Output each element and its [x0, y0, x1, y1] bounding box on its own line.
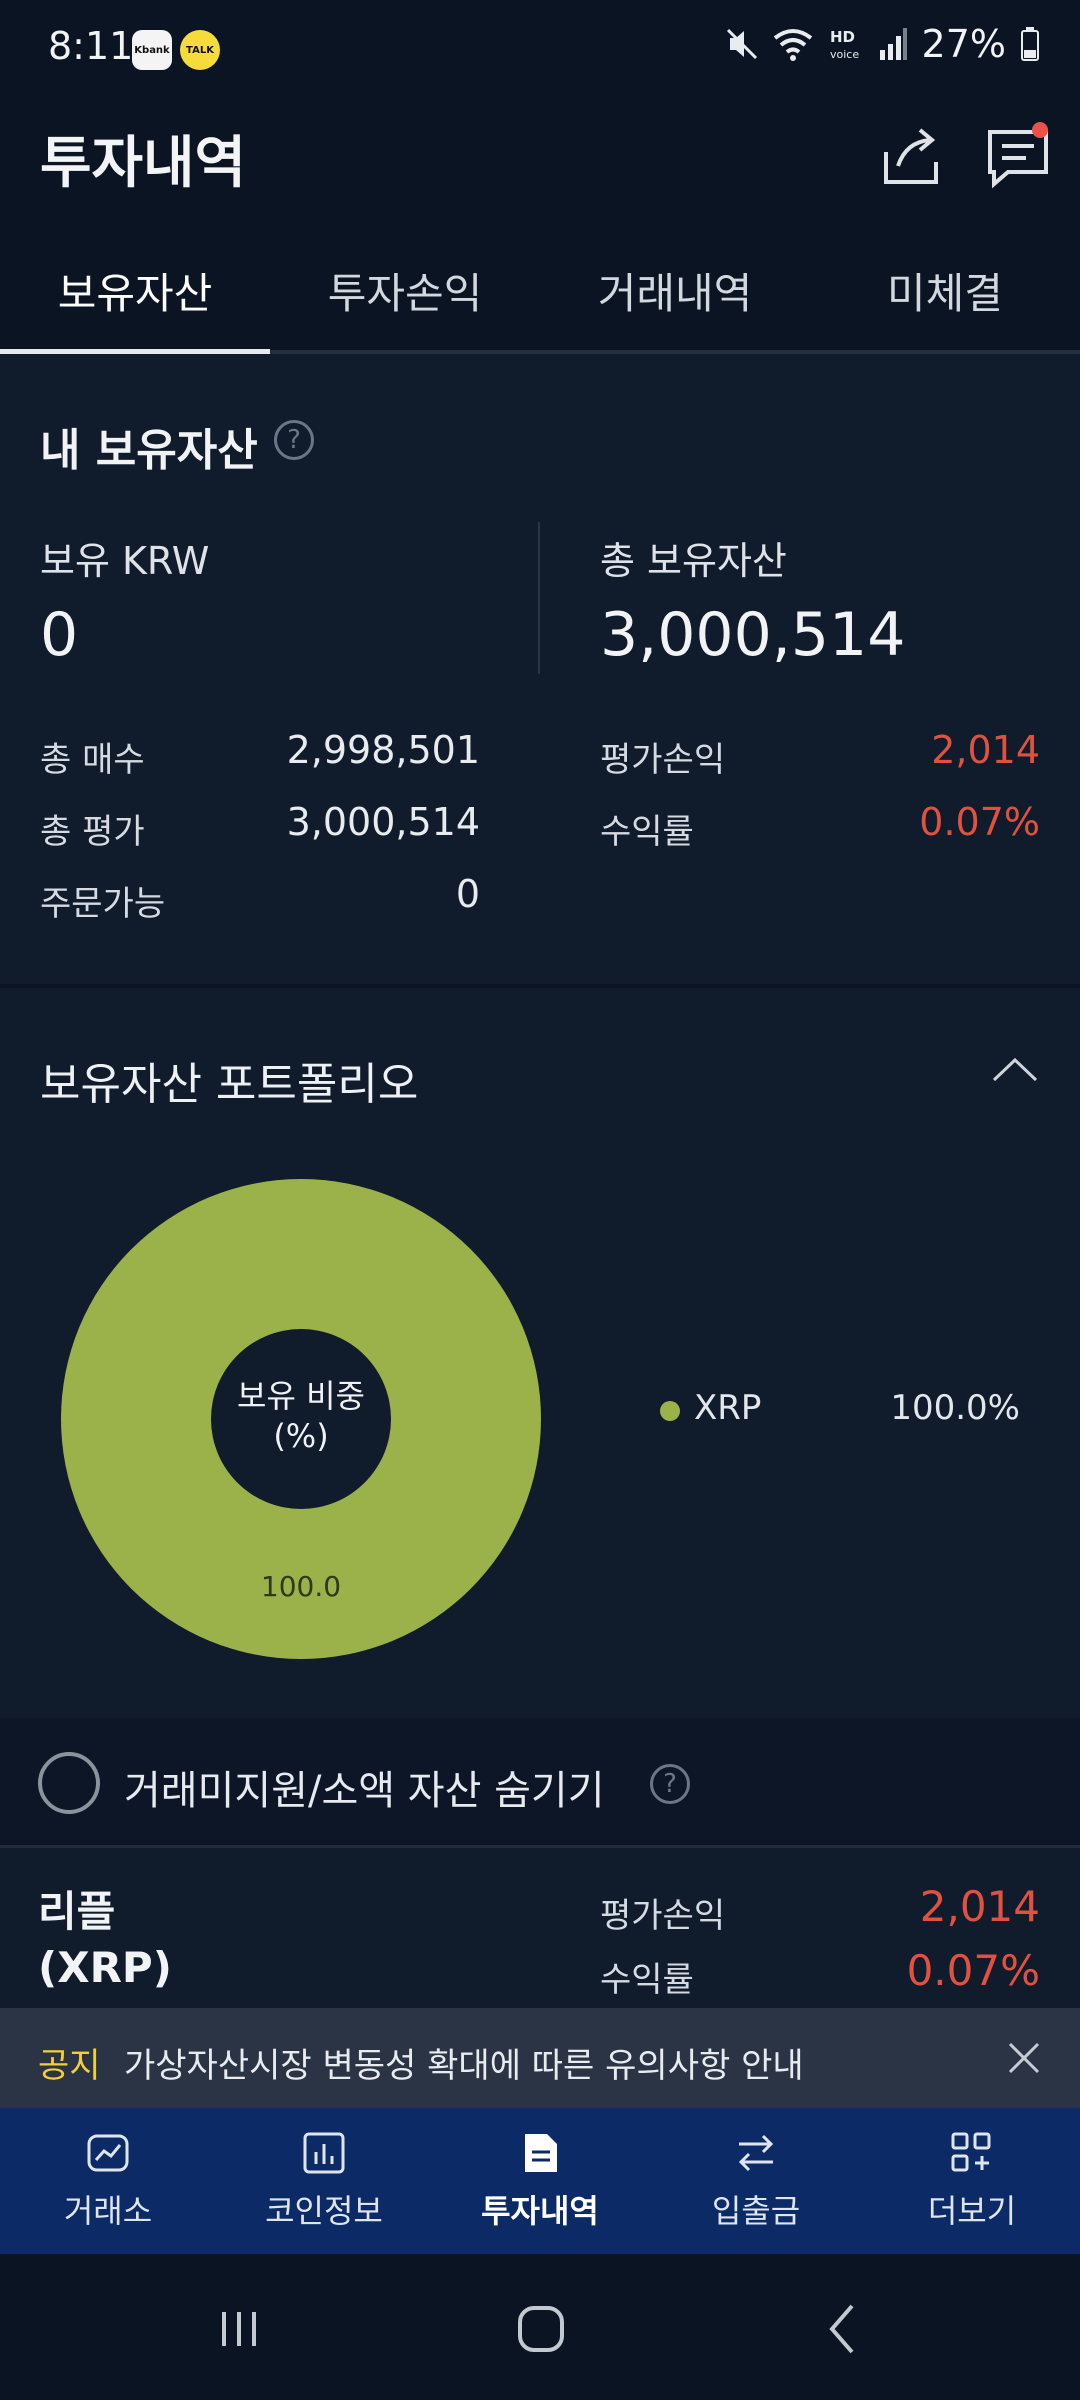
- legend-percent-xrp: 100.0%: [890, 1388, 1020, 1428]
- orderable-label: 주문가능: [40, 884, 166, 924]
- holdings-summary: 내 보유자산 ? 보유 KRW 0 총 보유자산 3,000,514 총 매수 …: [0, 354, 1080, 984]
- nav-deposit-withdraw[interactable]: 입출금: [648, 2108, 864, 2254]
- help-icon[interactable]: ?: [274, 420, 314, 460]
- krw-label: 보유 KRW: [40, 539, 210, 583]
- battery-percent: 27%: [921, 22, 1006, 66]
- nav-coin-info[interactable]: 코인정보: [216, 2108, 432, 2254]
- page-title: 투자내역: [40, 131, 247, 196]
- asset-ticker: (XRP): [38, 1943, 172, 1992]
- total-eval-label: 총 평가: [40, 812, 145, 852]
- more-grid-icon: [951, 2132, 991, 2172]
- donut-center-line1: 보유 비중: [237, 1377, 365, 1415]
- back-icon[interactable]: [808, 2294, 878, 2364]
- notice-text[interactable]: 가상자산시장 변동성 확대에 따른 유의사항 안내: [124, 2038, 804, 2087]
- eval-pl-value: 2,014: [931, 728, 1040, 772]
- nav-more[interactable]: 더보기: [864, 2108, 1080, 2254]
- asset-pl-label: 평가손익: [600, 1896, 726, 1936]
- nav-exchange[interactable]: 거래소: [0, 2108, 216, 2254]
- nav-label: 거래소: [63, 2192, 153, 2230]
- bar-chart-icon: [303, 2132, 345, 2174]
- section-title: 내 보유자산: [40, 425, 258, 476]
- asset-rate-label: 수익률: [600, 1960, 694, 2000]
- asset-pl-value: 2,014: [919, 1882, 1040, 1931]
- return-rate-label: 수익률: [600, 812, 694, 852]
- slice-label-xrp: 100.0: [260, 1570, 342, 1603]
- transfer-icon: [738, 2134, 774, 2172]
- tab-holdings[interactable]: 보유자산: [0, 230, 270, 354]
- mute-icon: [726, 28, 757, 60]
- chevron-up-icon[interactable]: [990, 1054, 1040, 1084]
- hd-voice-icon: HD voice: [830, 28, 859, 61]
- status-time: 8:11: [48, 24, 134, 68]
- help-icon[interactable]: ?: [650, 1764, 690, 1804]
- bottom-nav: 거래소 코인정보 투자내역 입출금 더보기: [0, 2108, 1080, 2254]
- total-assets-value: 3,000,514: [600, 600, 906, 670]
- total-buy-label: 총 매수: [40, 740, 145, 780]
- notification-dot: [1032, 122, 1048, 138]
- portfolio-section: 보유자산 포트폴리오 보유 비중 (%) 100.0 XRP 100.0%: [0, 988, 1080, 1718]
- total-buy-value: 2,998,501: [286, 728, 480, 772]
- recent-apps-icon[interactable]: [204, 2294, 274, 2364]
- nav-label: 입출금: [711, 2192, 801, 2230]
- nav-label: 더보기: [927, 2192, 1017, 2230]
- total-eval-value: 3,000,514: [286, 800, 480, 844]
- svg-text:voice: voice: [830, 48, 859, 61]
- asset-name: 리플 (XRP): [38, 1884, 172, 1996]
- status-icons: HD voice 27%: [726, 22, 1040, 66]
- tab-pending-orders[interactable]: 미체결: [810, 230, 1080, 350]
- svg-text:HD: HD: [830, 28, 855, 46]
- donut-center-label: 보유 비중 (%): [206, 1376, 396, 1456]
- divider: [538, 522, 540, 674]
- home-icon[interactable]: [506, 2294, 576, 2364]
- nav-label: 코인정보: [265, 2192, 383, 2230]
- system-nav-bar: [0, 2254, 1080, 2400]
- hide-small-assets-checkbox[interactable]: [38, 1752, 100, 1814]
- hide-small-assets-label: 거래미지원/소액 자산 숨기기: [124, 1768, 605, 1814]
- total-assets-label: 총 보유자산: [600, 539, 787, 583]
- krw-value: 0: [40, 600, 79, 670]
- legend-name-xrp: XRP: [694, 1388, 762, 1428]
- legend-color-xrp: [660, 1401, 680, 1421]
- eval-pl-label: 평가손익: [600, 740, 726, 780]
- wifi-icon: [773, 29, 812, 61]
- close-icon[interactable]: [1004, 2038, 1044, 2078]
- share-icon[interactable]: [876, 122, 946, 192]
- asset-rate-value: 0.07%: [906, 1946, 1040, 1995]
- return-rate-value: 0.07%: [919, 800, 1040, 844]
- asset-name-korean: 리플: [38, 1887, 116, 1936]
- battery-icon: [1021, 27, 1039, 61]
- chart-icon: [87, 2134, 129, 2172]
- hide-small-assets-row[interactable]: 거래미지원/소액 자산 숨기기 ?: [0, 1718, 1080, 1848]
- nav-investments[interactable]: 투자내역: [432, 2108, 648, 2254]
- tab-profit-loss[interactable]: 투자손익: [270, 230, 540, 350]
- signal-icon: [879, 28, 907, 60]
- app-header: 투자내역: [0, 100, 1080, 230]
- orderable-value: 0: [455, 872, 480, 916]
- nav-label: 투자내역: [481, 2192, 599, 2230]
- tab-trade-history[interactable]: 거래내역: [540, 230, 810, 350]
- donut-center-line2: (%): [273, 1417, 329, 1455]
- kakaotalk-app-icon: TALK: [180, 30, 220, 70]
- kbank-app-icon: Kbank: [132, 30, 172, 70]
- portfolio-title: 보유자산 포트폴리오: [40, 1059, 419, 1110]
- tab-bar: 보유자산 투자손익 거래내역 미체결: [0, 230, 1080, 354]
- notice-tag: 공지: [38, 2046, 101, 2086]
- asset-row-xrp[interactable]: 리플 (XRP) 평가손익 2,014 수익률 0.07%: [0, 1848, 1080, 2008]
- notice-banner[interactable]: 공지 가상자산시장 변동성 확대에 따른 유의사항 안내: [0, 2008, 1080, 2108]
- status-bar: 8:11 Kbank TALK HD voice 27%: [0, 0, 1080, 100]
- document-icon: [525, 2134, 557, 2172]
